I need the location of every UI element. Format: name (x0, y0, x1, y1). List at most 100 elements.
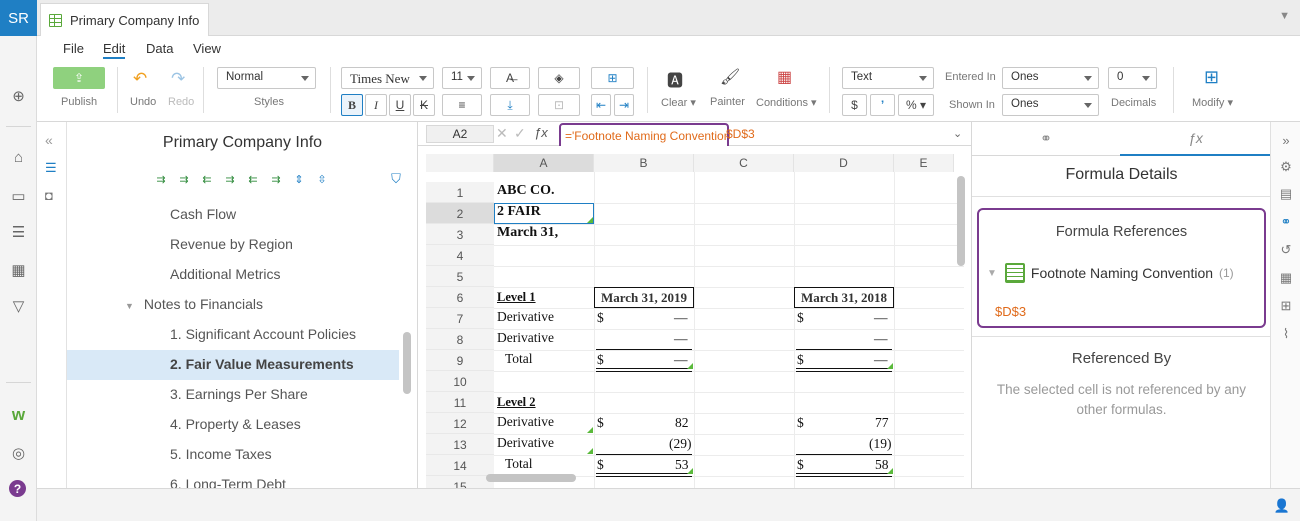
add-after-icon[interactable]: ⇉ (223, 172, 237, 186)
indent-button[interactable]: ⇥ (614, 94, 634, 116)
row-header[interactable]: 6 (426, 287, 494, 308)
outline-item[interactable]: Cash Flow (67, 200, 399, 230)
certification-icon[interactable]: ▽ (9, 296, 28, 315)
expand-formula-chevron-icon[interactable]: ⌄ (953, 127, 962, 140)
link-icon[interactable]: ⚭ (1278, 214, 1294, 230)
confirm-icon[interactable]: ✓ (514, 125, 526, 142)
cell-d9-currency[interactable]: $ (797, 352, 804, 368)
cell-b6[interactable]: March 31, 2019 (594, 287, 694, 308)
collapse-panel-icon[interactable]: « (45, 132, 53, 148)
italic-button[interactable]: I (365, 94, 387, 116)
cell-b7-currency[interactable]: $ (597, 310, 604, 326)
cell-a14[interactable]: Total (505, 456, 533, 472)
document-tab[interactable]: Primary Company Info (40, 3, 209, 36)
user-initials-badge[interactable]: SR (0, 0, 37, 36)
row-header[interactable]: 8 (426, 329, 494, 350)
add-before-icon[interactable]: ⇇ (200, 172, 214, 186)
conditions-button[interactable]: Conditions ▾ (756, 96, 817, 109)
entered-in-select[interactable]: Ones (1002, 67, 1099, 89)
column-header[interactable]: C (694, 154, 794, 172)
shown-in-select[interactable]: Ones (1002, 94, 1099, 116)
outline-item-selected[interactable]: 2. Fair Value Measurements (67, 350, 399, 380)
row-header[interactable]: 9 (426, 350, 494, 371)
cell-d9[interactable]: — (874, 352, 888, 368)
folder-icon[interactable]: ▭ (9, 186, 28, 205)
cell-b12[interactable]: 82 (675, 415, 689, 431)
history-icon[interactable]: ↺ (1278, 242, 1294, 258)
decimals-select[interactable]: 0 (1108, 67, 1157, 89)
cell-b7[interactable]: — (674, 310, 688, 326)
indent-section-icon[interactable]: ⇉ (269, 172, 283, 186)
row-header[interactable]: 10 (426, 371, 494, 392)
borders-button[interactable]: ⊞ (591, 67, 634, 89)
row-header[interactable]: 15 (426, 476, 494, 488)
outline-item[interactable]: Revenue by Region (67, 230, 399, 260)
fill-color-button[interactable]: ◈ (538, 67, 580, 89)
grid-corner[interactable] (426, 154, 494, 172)
style-select[interactable]: Normal (217, 67, 316, 89)
column-header[interactable]: D (794, 154, 894, 172)
workiva-logo-icon[interactable]: w (9, 405, 28, 424)
add-section-icon[interactable]: ⇉ (154, 172, 168, 186)
strikethrough-button[interactable]: K (413, 94, 435, 116)
add-icon[interactable]: ⊕ (9, 86, 28, 105)
cell-b8[interactable]: — (674, 331, 688, 347)
clear-button[interactable]: Clear ▾ (661, 96, 696, 109)
row-header[interactable]: 2 (426, 203, 494, 224)
cell-d14-currency[interactable]: $ (797, 457, 804, 473)
underline-button[interactable]: U (389, 94, 411, 116)
cell-b13[interactable]: (29) (669, 436, 692, 452)
menu-file[interactable]: File (63, 41, 84, 56)
vertical-align-button[interactable]: ⤓ (490, 94, 530, 116)
outdent-button[interactable]: ⇤ (591, 94, 611, 116)
currency-button[interactable]: $ (842, 94, 867, 116)
cell-a8[interactable]: Derivative (497, 330, 554, 346)
expand-chevron-icon[interactable]: ▼ (125, 301, 134, 311)
row-header[interactable]: 7 (426, 308, 494, 329)
function-icon[interactable]: ƒx (534, 125, 548, 140)
publish-button[interactable]: ⇪ (53, 67, 105, 89)
profile-icon[interactable]: ◎ (9, 443, 28, 462)
collapse-all-icon[interactable]: ⇳ (315, 172, 329, 186)
bookmark-icon[interactable]: ◘ (45, 188, 53, 203)
row-header[interactable]: 3 (426, 224, 494, 245)
merge-button[interactable]: ⊡ (538, 94, 580, 116)
outdent-section-icon[interactable]: ⇇ (246, 172, 260, 186)
grid-horizontal-scrollbar[interactable] (486, 474, 576, 482)
row-header[interactable]: 13 (426, 434, 494, 455)
attachment-icon[interactable]: ⌇ (1278, 326, 1294, 342)
cell-d13[interactable]: (19) (869, 436, 892, 452)
redo-icon[interactable]: ↷ (171, 69, 185, 89)
modify-icon[interactable]: ⊞ (1204, 67, 1219, 88)
expand-chevron-icon[interactable]: ▼ (987, 268, 997, 279)
settings-gear-icon[interactable]: ⚙ (1278, 159, 1294, 175)
outline-item[interactable]: 6. Long-Term Debt (67, 470, 399, 488)
tab-links[interactable]: ⚭ (972, 122, 1120, 156)
reference-name[interactable]: Footnote Naming Convention (1031, 265, 1213, 281)
cell-d12[interactable]: 77 (875, 415, 889, 431)
cell-b9[interactable]: — (674, 352, 688, 368)
undo-icon[interactable]: ↶ (133, 69, 147, 89)
outline-item[interactable]: ▼ Notes to Financials (67, 290, 399, 320)
font-size-select[interactable]: 11 (442, 67, 482, 89)
cell-d8[interactable]: — (874, 331, 888, 347)
reference-item[interactable]: ▼ Footnote Naming Convention (1) (987, 263, 1234, 283)
home-icon[interactable]: ⌂ (9, 148, 28, 167)
outline-item[interactable]: 5. Income Taxes (67, 440, 399, 470)
selected-cell-outline[interactable] (494, 203, 594, 224)
row-header[interactable]: 4 (426, 245, 494, 266)
add-subsection-icon[interactable]: ⇉ (177, 172, 191, 186)
comments-icon[interactable]: ▤ (1278, 186, 1294, 202)
row-header[interactable]: 12 (426, 413, 494, 434)
font-family-select[interactable]: Times New (341, 67, 434, 89)
painter-label[interactable]: Painter (710, 96, 745, 108)
grid-vertical-scrollbar[interactable] (957, 176, 965, 266)
cell-a12[interactable]: Derivative (497, 414, 554, 430)
conditions-icon[interactable]: ▦ (777, 67, 792, 87)
cell-a3[interactable]: March 31, (497, 225, 558, 241)
row-header[interactable]: 5 (426, 266, 494, 287)
column-header[interactable]: A (494, 154, 594, 172)
cancel-icon[interactable]: ✕ (496, 125, 508, 142)
cell-b14-currency[interactable]: $ (597, 457, 604, 473)
painter-icon[interactable]: 🖌 (720, 67, 740, 87)
